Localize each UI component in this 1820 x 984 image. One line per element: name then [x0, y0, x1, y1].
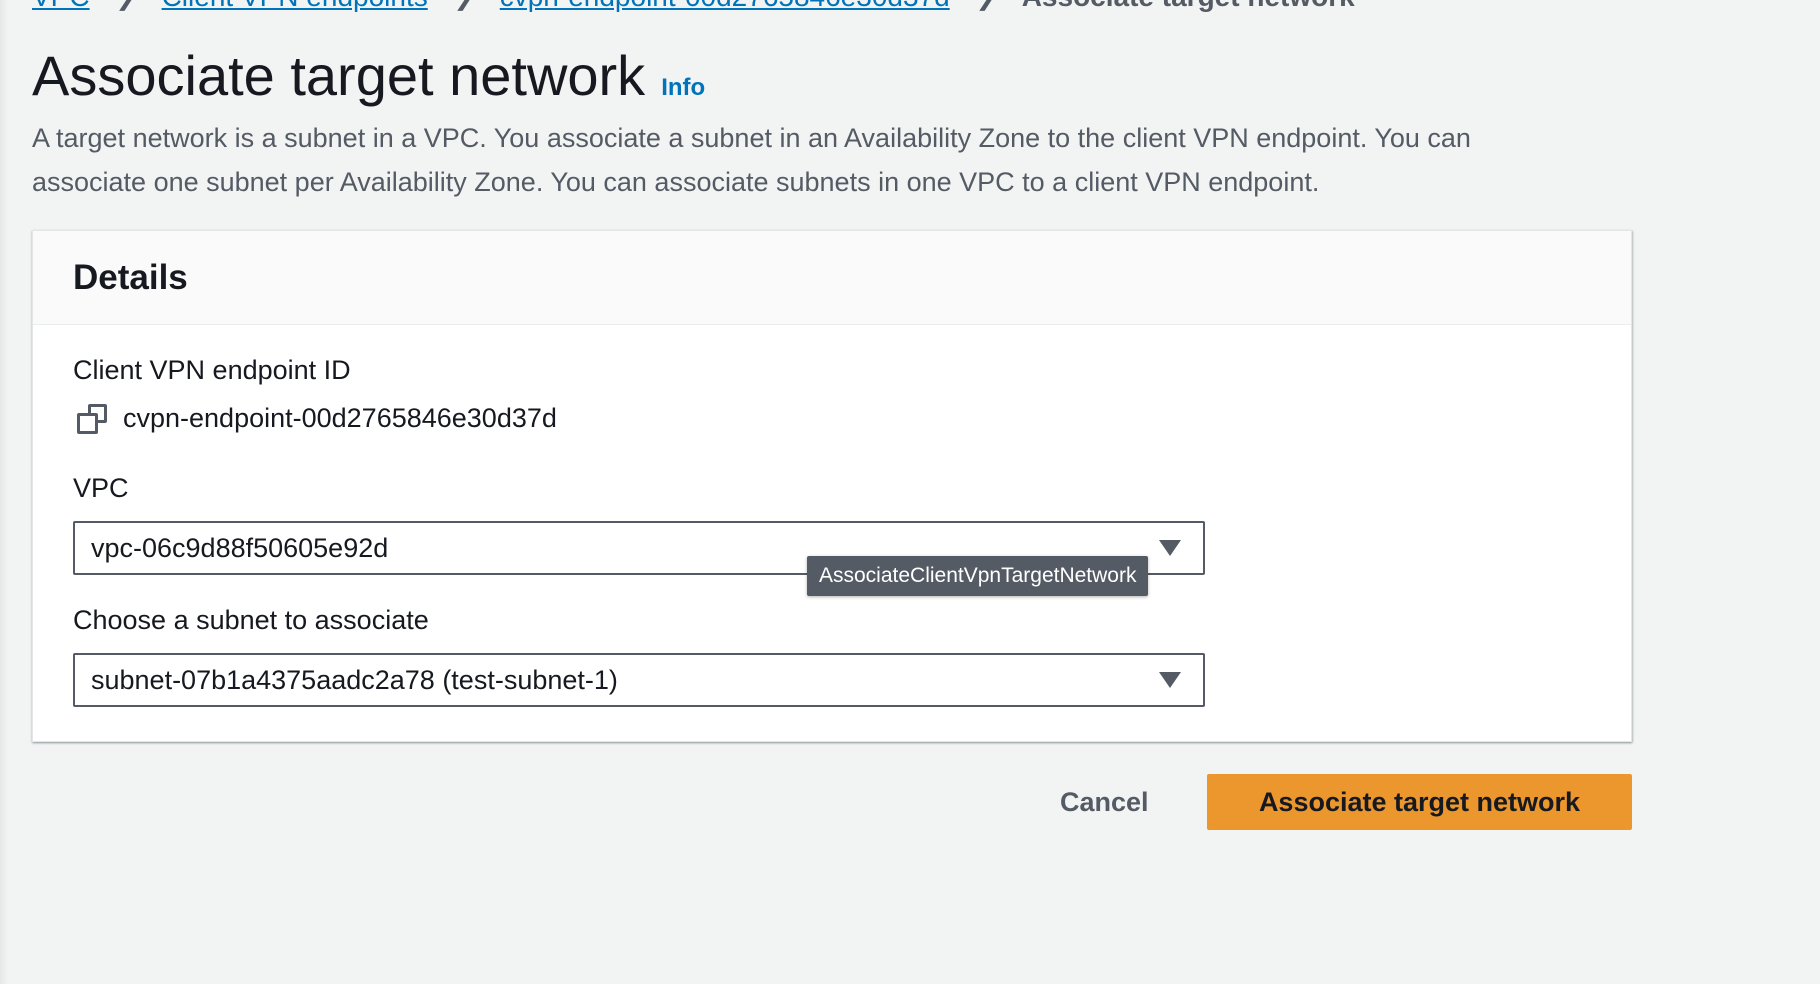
api-tooltip: AssociateClientVpnTargetNetwork [807, 556, 1149, 596]
page-left-edge [0, 0, 8, 984]
copy-icon[interactable] [77, 403, 107, 434]
breadcrumb-link-endpoint[interactable]: cvpn-endpoint-00d2765846e30d37d [500, 0, 950, 13]
endpoint-id-value: cvpn-endpoint-00d2765846e30d37d [123, 403, 557, 433]
endpoint-id-label: Client VPN endpoint ID [73, 355, 351, 385]
endpoint-id-row: cvpn-endpoint-00d2765846e30d37d [77, 403, 557, 434]
chevron-right-icon: ❯ [428, 0, 500, 12]
chevron-right-icon: ❯ [90, 0, 162, 12]
page-title: Associate target network Info [32, 42, 705, 122]
caret-down-icon [1159, 672, 1181, 688]
details-panel-header: Details [33, 231, 1631, 325]
breadcrumb-current: Associate target network [1022, 0, 1355, 13]
page-title-text: Associate target network [32, 44, 646, 107]
vpc-select-value: vpc-06c9d88f50605e92d [91, 532, 389, 563]
breadcrumb-link-vpc[interactable]: VPC [32, 0, 90, 13]
info-link[interactable]: Info [661, 54, 705, 122]
page: VPC ❯ Client VPN endpoints ❯ cvpn-endpoi… [0, 0, 1820, 984]
details-panel: Details Client VPN endpoint ID cvpn-endp… [32, 230, 1632, 742]
subnet-select-value: subnet-07b1a4375aadc2a78 (test-subnet-1) [91, 664, 618, 695]
vpc-label: VPC [73, 473, 129, 503]
breadcrumb-link-client-vpn-endpoints[interactable]: Client VPN endpoints [162, 0, 428, 13]
subnet-select[interactable]: subnet-07b1a4375aadc2a78 (test-subnet-1) [73, 653, 1205, 707]
page-description: A target network is a subnet in a VPC. Y… [32, 123, 1471, 197]
associate-target-network-button[interactable]: Associate target network [1207, 774, 1632, 830]
cancel-button[interactable]: Cancel [1036, 774, 1173, 830]
details-panel-title: Details [73, 257, 188, 297]
chevron-right-icon: ❯ [950, 0, 1022, 12]
breadcrumb: VPC ❯ Client VPN endpoints ❯ cvpn-endpoi… [32, 0, 1355, 12]
subnet-label: Choose a subnet to associate [73, 605, 429, 635]
caret-down-icon [1159, 540, 1181, 556]
